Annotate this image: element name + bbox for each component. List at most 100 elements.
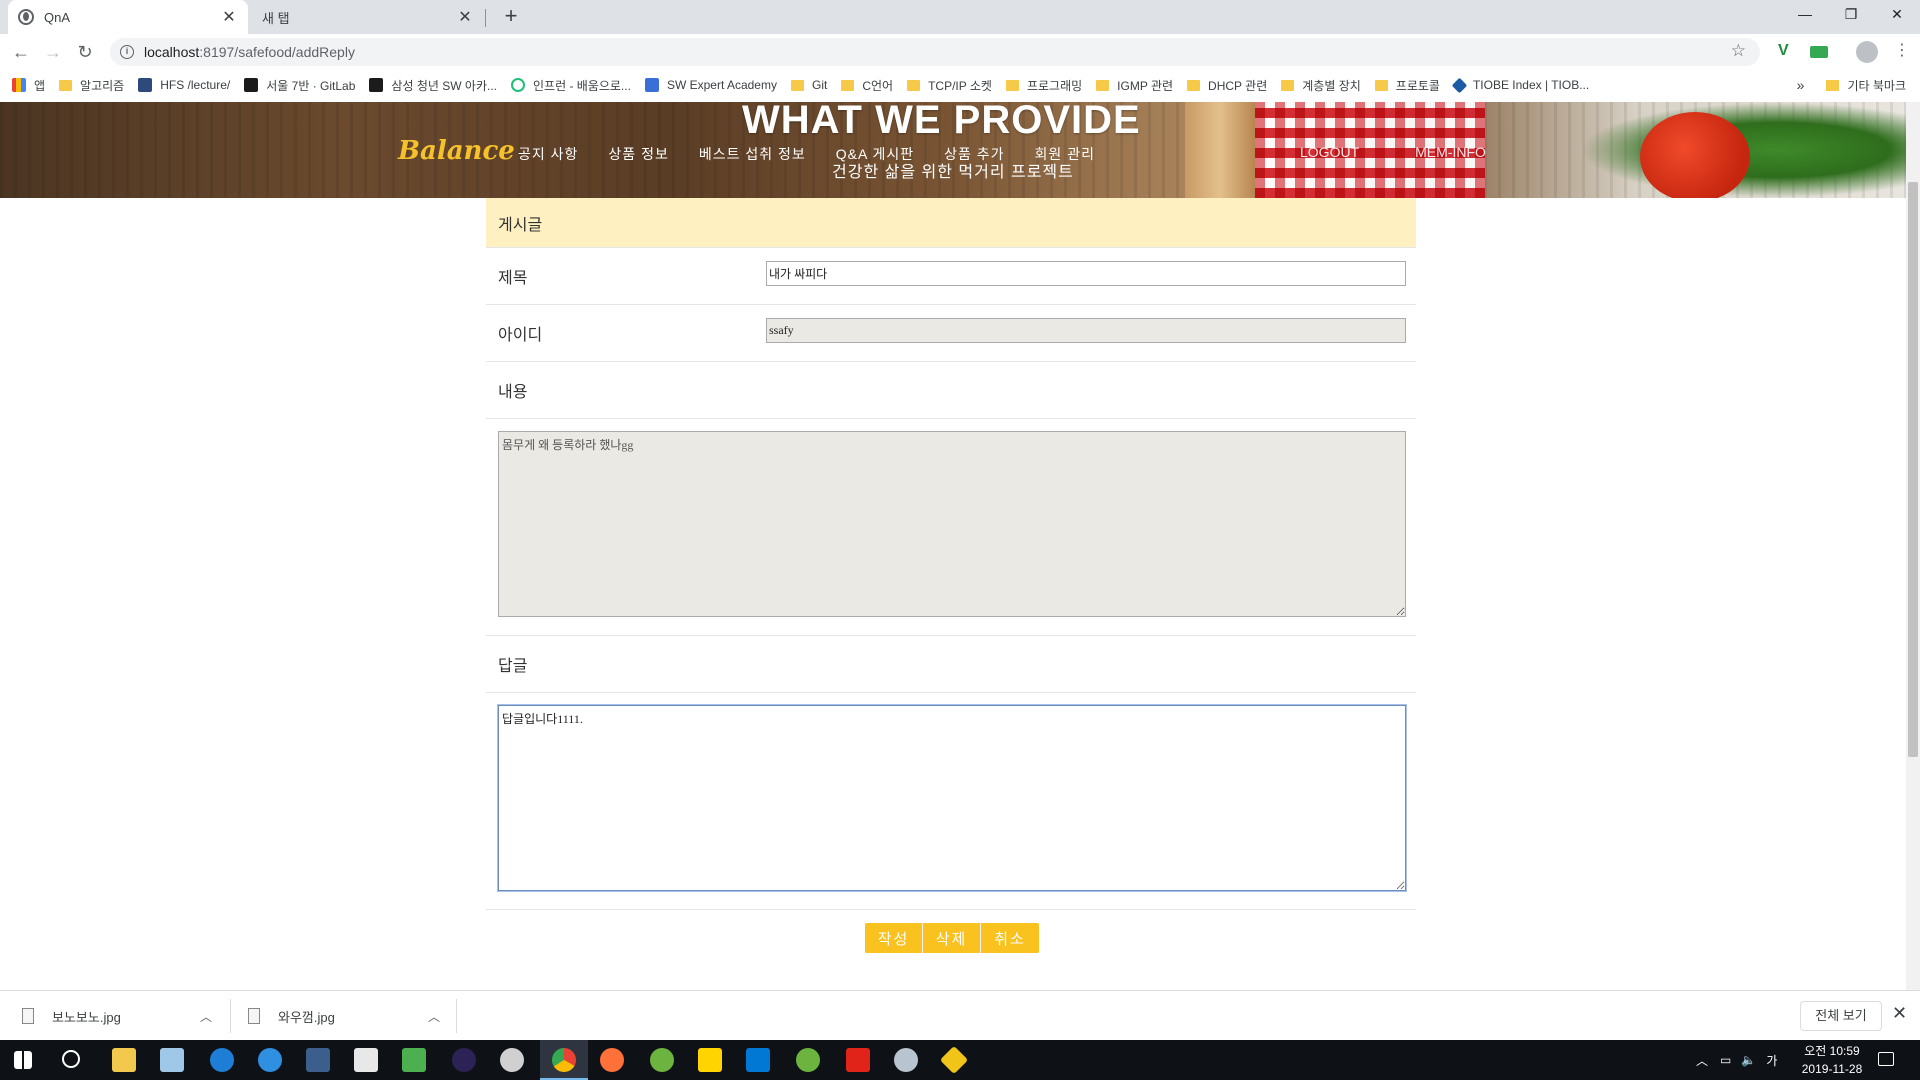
- tab-title: QnA: [44, 9, 71, 25]
- firefox-icon[interactable]: [600, 1048, 624, 1072]
- other-bookmarks[interactable]: 기타 북마크: [1847, 77, 1906, 94]
- acrobat-icon[interactable]: [846, 1048, 870, 1072]
- bookmark-layers[interactable]: 계층별 장치: [1281, 77, 1361, 94]
- bookmark-tcpip[interactable]: TCP/IP 소켓: [907, 77, 992, 94]
- reload-icon[interactable]: ↻: [72, 40, 98, 66]
- new-tab-button[interactable]: +: [498, 4, 524, 30]
- url-host: localhost: [144, 44, 200, 60]
- bookmark-inflearn[interactable]: 인프런 - 배움으로...: [510, 77, 631, 94]
- restore-icon[interactable]: ❐: [1828, 0, 1874, 30]
- bookmark-hfs[interactable]: HFS /lecture/: [138, 78, 230, 92]
- typora-icon[interactable]: [354, 1048, 378, 1072]
- info-icon[interactable]: i: [120, 45, 134, 59]
- bookmark-label: TIOBE Index | TIOB...: [1472, 78, 1590, 92]
- ime-indicator[interactable]: 가: [1766, 1052, 1777, 1069]
- sourcetree-icon[interactable]: [939, 1045, 969, 1075]
- chrome-icon[interactable]: [552, 1048, 576, 1072]
- content-textarea[interactable]: 몸무게 왜 등록하라 했나gg: [498, 431, 1406, 617]
- notifications-icon[interactable]: [1878, 1052, 1894, 1066]
- close-shelf-icon[interactable]: ✕: [1892, 1003, 1907, 1024]
- forward-icon[interactable]: →: [40, 40, 66, 66]
- nav-best-intake[interactable]: 베스트 섭취 정보: [699, 144, 806, 164]
- folder-icon: [59, 79, 73, 91]
- folder-icon: [1187, 79, 1201, 91]
- write-button[interactable]: 작성: [865, 923, 923, 953]
- folder-icon: [1826, 79, 1840, 91]
- bookmark-programming[interactable]: 프로그래밍: [1005, 77, 1082, 94]
- eclipse-icon[interactable]: [452, 1048, 476, 1072]
- close-tab-icon[interactable]: ✕: [456, 7, 474, 27]
- extension-icon[interactable]: [1810, 46, 1828, 58]
- bookmark-algorithm[interactable]: 알고리즘: [59, 77, 124, 94]
- bookmark-label: 인프런 - 배움으로...: [532, 78, 631, 93]
- bookmark-tiobe[interactable]: TIOBE Index | TIOB...: [1451, 77, 1590, 93]
- apps-grid-icon: [12, 78, 26, 92]
- notes-app-icon[interactable]: [160, 1048, 184, 1072]
- logout-link[interactable]: LOGOUT: [1300, 144, 1359, 160]
- page-scrollbar[interactable]: [1906, 102, 1920, 990]
- bookmark-gitlab[interactable]: 서울 7반 · GitLab: [244, 77, 355, 94]
- windows-start-icon[interactable]: [14, 1051, 32, 1069]
- network-icon[interactable]: ▭: [1720, 1053, 1731, 1067]
- folder-icon: [907, 79, 921, 91]
- tab-new[interactable]: 새 탭 ✕: [252, 0, 486, 34]
- chevron-up-icon[interactable]: ︿: [200, 1008, 212, 1025]
- show-all-button[interactable]: 전체 보기: [1800, 1001, 1882, 1031]
- nav-products[interactable]: 상품 정보: [608, 144, 668, 164]
- download-item[interactable]: 보노보노.jpg ︿: [22, 991, 214, 1041]
- bookmark-swea[interactable]: SW Expert Academy: [644, 78, 777, 92]
- spring-tool-icon[interactable]: [650, 1048, 674, 1072]
- chevron-up-icon[interactable]: ︿: [428, 1008, 440, 1025]
- tray-chevron-icon[interactable]: ︿: [1696, 1052, 1708, 1069]
- mysql-workbench-icon[interactable]: [306, 1048, 330, 1072]
- vscode-icon[interactable]: [746, 1048, 770, 1072]
- content-row: 몸무게 왜 등록하라 했나gg: [486, 419, 1416, 636]
- file-explorer-icon[interactable]: [112, 1048, 136, 1072]
- back-icon[interactable]: ←: [8, 40, 34, 66]
- minimize-icon[interactable]: —: [1782, 0, 1828, 30]
- edge-icon[interactable]: [210, 1048, 234, 1072]
- bookmark-apps[interactable]: 앱: [12, 77, 45, 94]
- bookmark-dhcp[interactable]: DHCP 관련: [1187, 77, 1267, 94]
- vue-devtools-icon[interactable]: V: [1778, 42, 1798, 62]
- bookmarks-more-button[interactable]: »: [1797, 77, 1805, 93]
- internet-explorer-icon[interactable]: [258, 1048, 282, 1072]
- sticky-notes-icon[interactable]: [698, 1048, 722, 1072]
- tab-qna[interactable]: QnA ✕: [8, 0, 248, 34]
- volume-icon[interactable]: 🔈: [1741, 1053, 1756, 1067]
- notepad-plus-icon[interactable]: [402, 1048, 426, 1072]
- delete-button[interactable]: 삭제: [923, 923, 981, 953]
- clock-time: 오전 10:59: [1804, 1044, 1860, 1058]
- brand-logo[interactable]: Balance: [398, 136, 515, 166]
- system-tray: ︿ ▭ 🔈 가: [1696, 1040, 1780, 1080]
- ssafy-icon: [369, 78, 384, 92]
- url-path: :8197/safefood/addReply: [199, 44, 355, 60]
- reply-textarea[interactable]: 답글입니다1111.: [497, 704, 1407, 892]
- bookmark-label: SW Expert Academy: [666, 78, 777, 92]
- address-bar[interactable]: i localhost:8197/safefood/addReply ☆: [110, 38, 1760, 66]
- bookmark-igmp[interactable]: IGMP 관련: [1096, 77, 1173, 94]
- id-input[interactable]: [766, 318, 1406, 343]
- title-input[interactable]: [766, 261, 1406, 286]
- tool-app-icon[interactable]: [894, 1048, 918, 1072]
- spring-boot-icon[interactable]: [796, 1048, 820, 1072]
- menu-kebab-icon[interactable]: ⋮: [1892, 40, 1912, 60]
- scrollbar-thumb[interactable]: [1908, 182, 1918, 757]
- nav-notice[interactable]: 공지 사항: [518, 144, 578, 164]
- clock[interactable]: 오전 10:59 2019-11-28: [1792, 1042, 1872, 1078]
- bookmark-ssafy[interactable]: 삼성 청년 SW 아카...: [369, 77, 497, 94]
- close-tab-icon[interactable]: ✕: [220, 7, 238, 27]
- bookmark-git[interactable]: Git: [790, 78, 827, 92]
- section-title: 게시글: [486, 198, 1416, 248]
- search-icon[interactable]: [62, 1050, 80, 1068]
- bookmark-c[interactable]: C언어: [841, 77, 893, 94]
- download-item[interactable]: 와우껌.jpg ︿: [248, 991, 440, 1041]
- paint-icon[interactable]: [500, 1048, 524, 1072]
- hero-title: WHAT WE PROVIDE: [742, 102, 1141, 142]
- bookmark-star-icon[interactable]: ☆: [1731, 41, 1746, 61]
- mem-info-link[interactable]: MEM-INFO: [1415, 144, 1486, 160]
- profile-avatar[interactable]: [1856, 41, 1878, 63]
- bookmark-protocol[interactable]: 프로토콜: [1374, 77, 1440, 94]
- cancel-button[interactable]: 취소: [981, 923, 1039, 953]
- window-close-icon[interactable]: ✕: [1874, 0, 1920, 30]
